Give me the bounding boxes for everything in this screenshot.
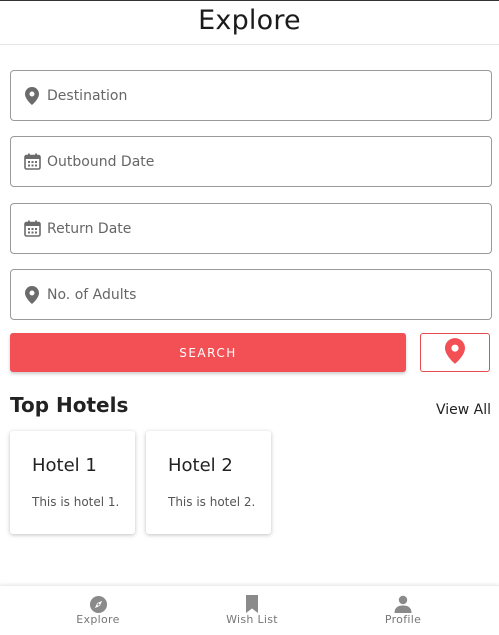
view-all-link[interactable]: View All: [436, 402, 491, 418]
destination-field[interactable]: [10, 70, 492, 121]
search-button[interactable]: SEARCH: [10, 333, 406, 372]
bottom-tab-bar: Explore Wish List Profile: [0, 585, 499, 635]
hotel-name: Hotel 2: [168, 455, 233, 476]
map-location-button[interactable]: [420, 333, 490, 372]
adults-input[interactable]: [47, 286, 447, 303]
outbound-date-field[interactable]: [10, 136, 492, 187]
return-date-input[interactable]: [47, 220, 447, 237]
page-title: Explore: [198, 5, 301, 36]
tab-profile[interactable]: Profile: [320, 586, 486, 635]
tab-label: Profile: [384, 613, 422, 626]
tab-label: Wish List: [226, 613, 278, 626]
hotel-name: Hotel 1: [32, 455, 97, 476]
adults-field[interactable]: [10, 269, 492, 320]
hotel-description: This is hotel 2.: [168, 495, 256, 509]
app-header: Explore: [0, 1, 499, 45]
calendar-icon: [23, 153, 41, 171]
top-hotels-heading: Top Hotels: [10, 393, 129, 417]
return-date-field[interactable]: [10, 203, 492, 254]
calendar-icon: [23, 220, 41, 238]
tab-explore[interactable]: Explore: [15, 586, 181, 635]
location-pin-icon: [23, 285, 41, 304]
person-icon: [393, 594, 413, 614]
outbound-date-input[interactable]: [47, 153, 447, 170]
hotel-card[interactable]: Hotel 1 This is hotel 1.: [10, 431, 135, 534]
tab-wish-list[interactable]: Wish List: [169, 586, 335, 635]
destination-input[interactable]: [47, 87, 447, 104]
hotel-description: This is hotel 1.: [32, 495, 120, 509]
hotel-card[interactable]: Hotel 2 This is hotel 2.: [146, 431, 271, 534]
compass-icon: [88, 594, 108, 614]
location-pin-icon: [23, 86, 41, 105]
bookmark-icon: [242, 594, 262, 614]
tab-label: Explore: [76, 613, 120, 626]
location-pin-icon: [445, 337, 465, 368]
